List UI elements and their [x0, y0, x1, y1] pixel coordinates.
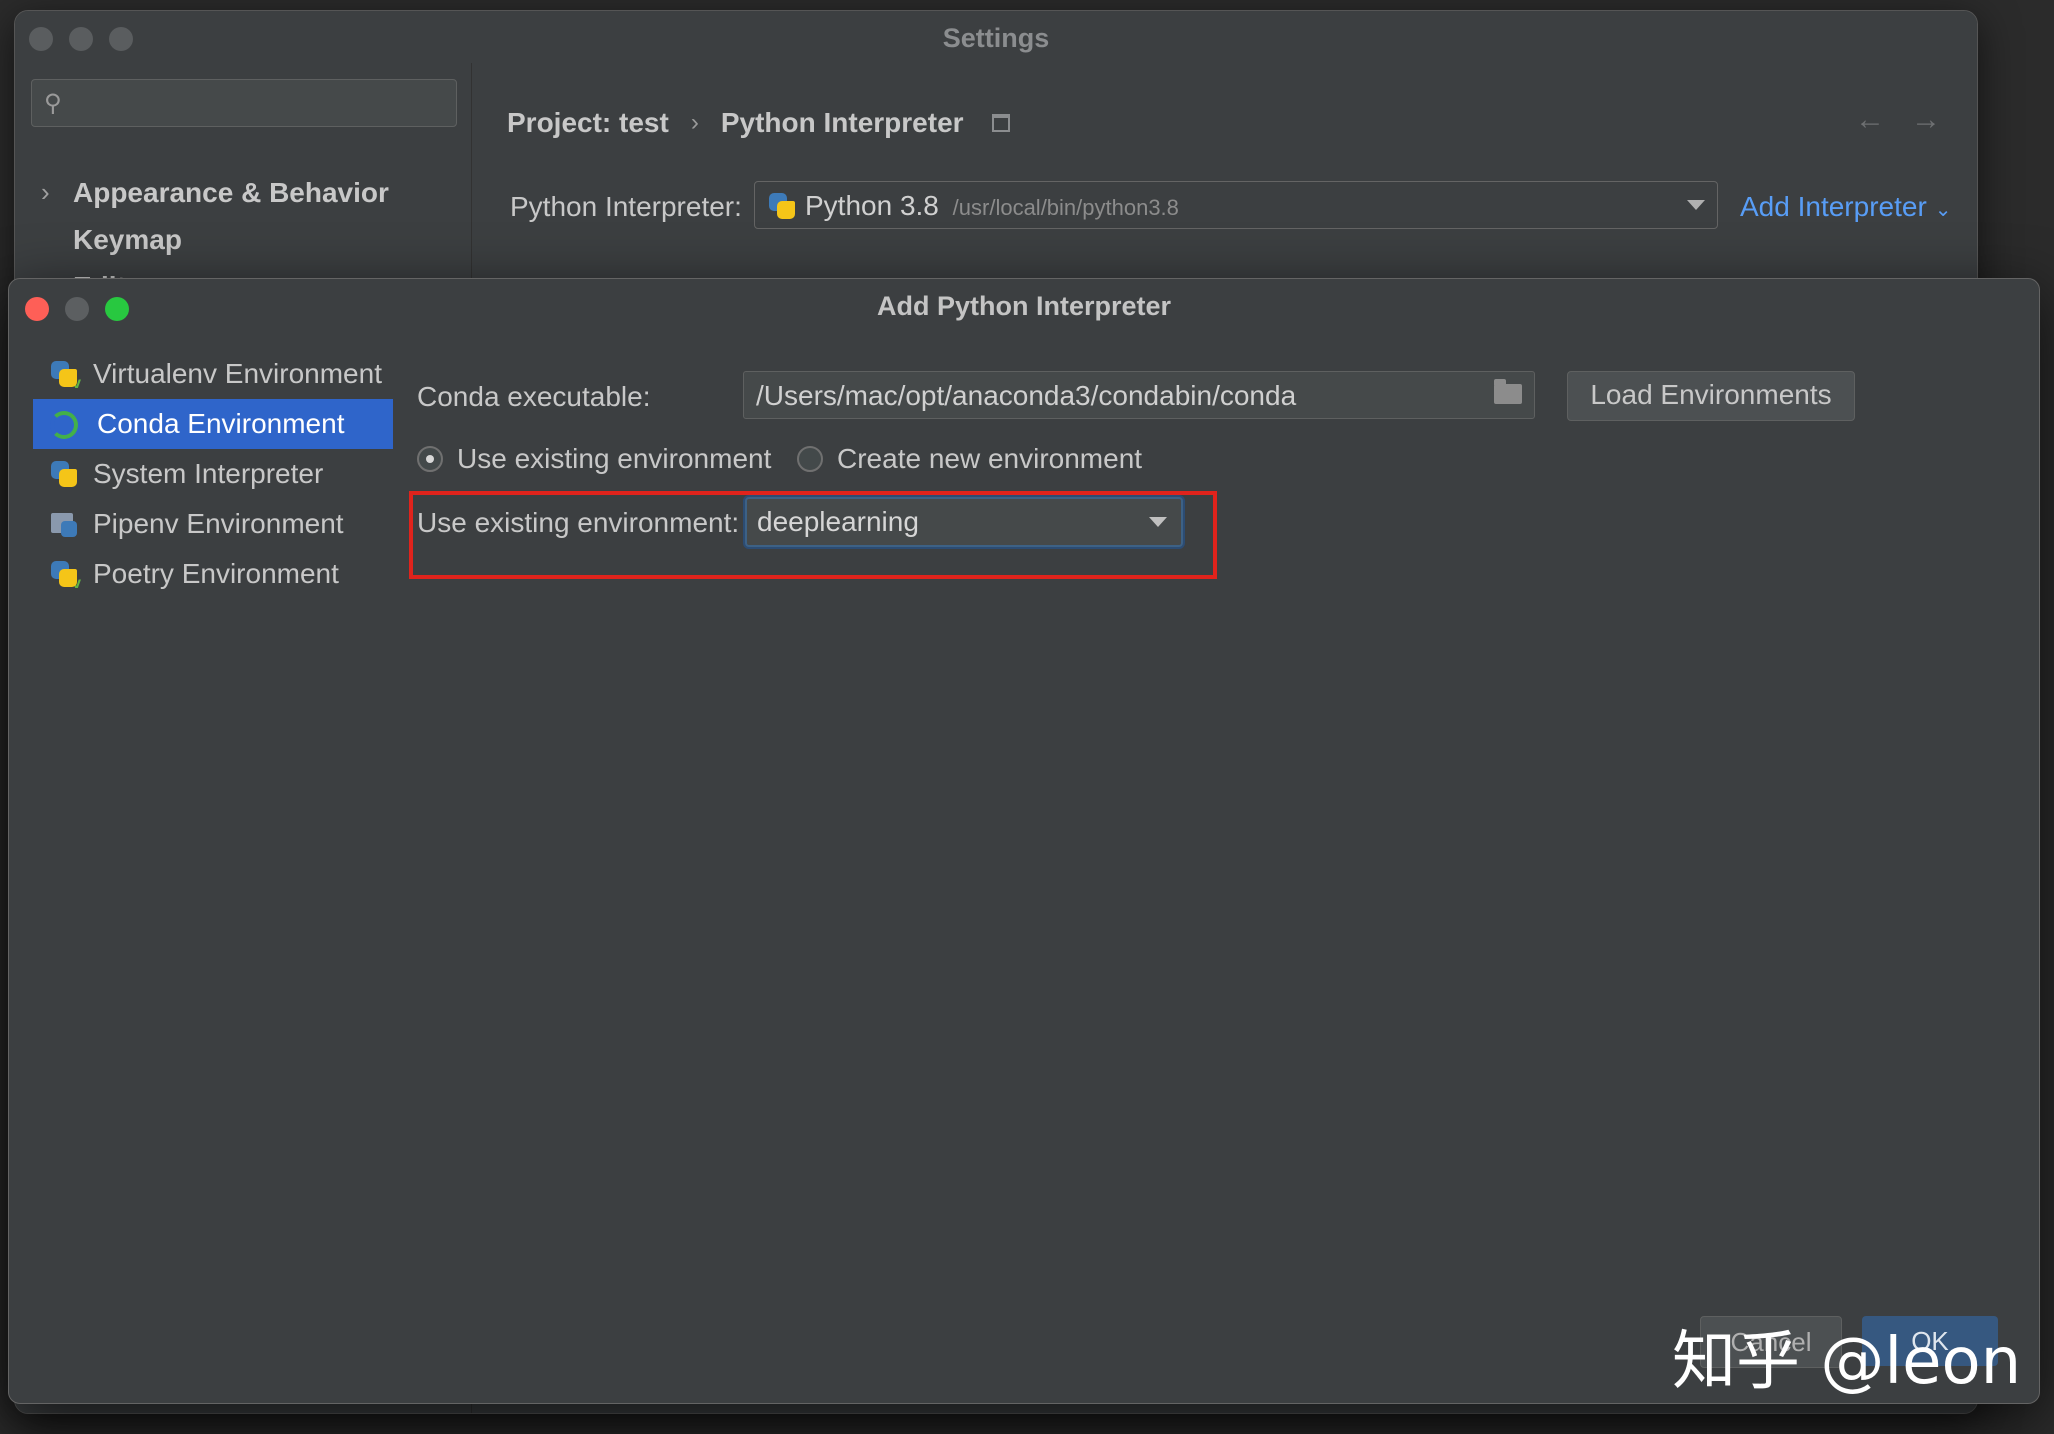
folder-browse-icon[interactable] [1494, 379, 1522, 404]
settings-search-input[interactable]: ⚲ [31, 79, 457, 127]
annotation-highlight-box [409, 491, 1217, 579]
poetry-icon: v [49, 559, 81, 592]
navigation-arrows: ← → [1855, 103, 1941, 137]
env-item-system[interactable]: System Interpreter [33, 449, 393, 499]
dropdown-caret-icon [1687, 200, 1705, 210]
conda-executable-value: /Users/mac/opt/anaconda3/condabin/conda [756, 380, 1297, 411]
load-environments-button[interactable]: Load Environments [1567, 371, 1855, 421]
radio-create-new[interactable]: Create new environment [797, 443, 1142, 475]
virtualenv-icon: v [49, 359, 81, 392]
env-item-label: Poetry Environment [93, 558, 339, 589]
breadcrumb-page: Python Interpreter [720, 107, 964, 138]
sidebar-item-appearance[interactable]: Appearance & Behavior [73, 177, 389, 209]
project-scope-icon [991, 114, 1010, 132]
env-item-label: System Interpreter [93, 458, 324, 489]
python-interpreter-select[interactable]: Python 3.8 /usr/local/bin/python3.8 [754, 181, 1718, 229]
add-interpreter-label: Add Interpreter [1740, 191, 1927, 222]
watermark: 知乎 @leon [1672, 1325, 2022, 1399]
chevron-down-icon: ⌄ [1934, 199, 1952, 221]
dialog-title: Add Python Interpreter [876, 291, 1172, 321]
env-item-label: Conda Environment [97, 408, 345, 439]
settings-title: Settings [942, 23, 1050, 53]
radio-create-new-label: Create new environment [837, 443, 1143, 474]
radio-use-existing-label: Use existing environment [457, 443, 772, 474]
env-item-label: Pipenv Environment [93, 508, 344, 539]
python-interpreter-label: Python Interpreter: [510, 191, 742, 222]
radio-button-checked[interactable] [417, 446, 443, 472]
radio-use-existing[interactable]: Use existing environment [417, 443, 771, 475]
add-interpreter-dialog: Add Python Interpreter v Virtualenv Envi… [8, 278, 2040, 1404]
add-interpreter-link[interactable]: Add Interpreter ⌄ [1740, 191, 1952, 223]
conda-executable-label: Conda executable: [417, 381, 651, 412]
settings-titlebar: Settings [15, 11, 1977, 63]
interpreter-path: /usr/local/bin/python3.8 [952, 195, 1179, 220]
breadcrumb-separator-icon: › [690, 109, 699, 136]
env-item-virtualenv[interactable]: v Virtualenv Environment [33, 349, 393, 399]
env-item-conda[interactable]: Conda Environment [33, 399, 393, 449]
interpreter-version: Python 3.8 [805, 190, 939, 221]
env-item-pipenv[interactable]: Pipenv Environment [33, 499, 393, 549]
python-icon [767, 191, 797, 221]
breadcrumb: Project: test › Python Interpreter [507, 107, 1010, 139]
env-item-label: Virtualenv Environment [93, 358, 382, 389]
conda-icon [50, 410, 78, 439]
environment-type-list: v Virtualenv Environment Conda Environme… [33, 349, 393, 599]
chevron-right-icon[interactable]: › [41, 177, 50, 208]
breadcrumb-project[interactable]: Project: test [507, 107, 669, 139]
sidebar-item-keymap[interactable]: Keymap [73, 224, 182, 256]
python-icon [49, 459, 79, 489]
env-item-poetry[interactable]: v Poetry Environment [33, 549, 393, 599]
back-arrow-icon[interactable]: ← [1855, 103, 1885, 137]
pipenv-icon [49, 509, 79, 539]
conda-executable-field[interactable]: /Users/mac/opt/anaconda3/condabin/conda [743, 371, 1535, 419]
radio-button-unchecked[interactable] [797, 446, 823, 472]
search-icon: ⚲ [44, 90, 62, 117]
forward-arrow-icon[interactable]: → [1911, 103, 1941, 137]
dialog-titlebar: Add Python Interpreter [9, 279, 2039, 335]
